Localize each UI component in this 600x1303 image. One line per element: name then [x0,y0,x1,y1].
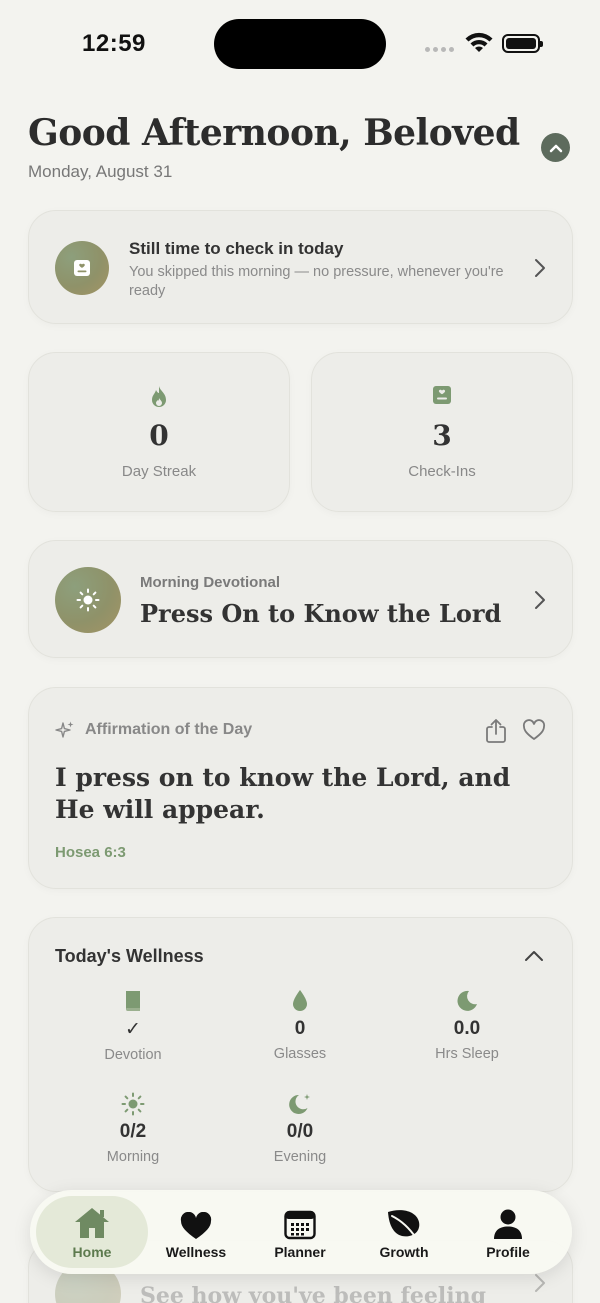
checkins-card[interactable]: 3 Check-Ins [311,352,573,512]
affirmation-text: I press on to know the Lord, and He will… [55,763,511,824]
metric-sleep[interactable]: 0.0 Hrs Sleep [392,988,542,1062]
morning-value: 0/2 [119,1121,147,1142]
share-icon[interactable] [485,718,507,744]
glasses-value: 0 [294,1018,306,1039]
devotional-title: Press On to Know the Lord [140,599,502,628]
wifi-icon [465,32,493,52]
checkins-label: Check-Ins [408,463,476,480]
calendar-icon [284,1210,316,1240]
tab-planner[interactable]: Planner [244,1196,356,1268]
sleep-label: Hrs Sleep [435,1046,499,1062]
collapse-button[interactable] [541,133,570,162]
devotional-card[interactable]: Morning Devotional Press On to Know the … [28,540,573,658]
streak-card[interactable]: 0 Day Streak [28,352,290,512]
moon-icon [457,990,477,1011]
streak-label: Day Streak [121,463,197,480]
chevron-up-icon[interactable] [524,950,544,962]
tab-home[interactable]: Home [36,1196,148,1268]
sparkles-icon [55,721,74,738]
metric-evening[interactable]: 0/0 Evening [225,1091,375,1165]
tab-planner-label: Planner [274,1244,326,1260]
chevron-right-icon [535,259,545,277]
tab-growth[interactable]: Growth [348,1196,460,1268]
status-bar: 12:59 [0,0,600,90]
tab-wellness-label: Wellness [165,1244,227,1260]
tab-home-label: Home [72,1244,112,1260]
devotional-badge [55,567,121,633]
leaf-icon [388,1210,420,1239]
metric-devotion[interactable]: ✓ Devotion [58,988,208,1063]
devotion-value: ✓ [125,1019,141,1040]
home-icon [75,1208,109,1238]
evening-value: 0/0 [286,1121,314,1142]
water-drop-icon [293,990,307,1011]
chevron-right-icon [535,1274,545,1292]
battery-icon [502,34,543,53]
signal-dots-icon [425,47,454,52]
tab-wellness[interactable]: Wellness [140,1196,252,1268]
sun-icon [121,1092,145,1116]
checkin-badge [55,241,109,295]
tab-growth-label: Growth [379,1244,429,1260]
chevron-up-icon [549,144,562,152]
affirmation-label: Affirmation of the Day [85,721,253,738]
sleep-value: 0.0 [453,1018,481,1039]
affirmation-reference: Hosea 6:3 [55,844,126,861]
morning-label: Morning [106,1149,160,1165]
evening-label: Evening [273,1149,327,1165]
heart-outline-icon[interactable] [522,719,546,741]
journal-icon [74,260,90,276]
checkin-card[interactable]: Still time to check in today You skipped… [28,210,573,324]
checkin-title: Still time to check in today [129,239,344,258]
sun-icon [76,588,100,612]
page-title: Good Afternoon, Beloved [28,112,520,154]
book-icon [126,991,140,1012]
status-time: 12:59 [82,30,146,57]
devotion-label: Devotion [104,1047,162,1063]
dynamic-island [214,19,386,69]
streak-value: 0 [149,419,169,452]
heart-icon [180,1212,212,1239]
tab-profile-label: Profile [486,1244,530,1260]
checkin-subtitle: You skipped this morning — no pressure, … [129,264,504,299]
person-icon [494,1209,522,1239]
checkins-value: 3 [432,419,452,452]
journal-icon [433,386,451,404]
devotional-label: Morning Devotional [140,574,280,591]
tab-bar: Home Wellness Planner Growth Profile [30,1190,572,1274]
wellness-card: Today's Wellness ✓ Devotion 0 Glasses 0.… [28,917,573,1192]
affirmation-card: Affirmation of the Day I press on to kno… [28,687,573,889]
metric-glasses[interactable]: 0 Glasses [225,988,375,1062]
metric-morning[interactable]: 0/2 Morning [58,1091,208,1165]
chevron-right-icon [535,591,545,609]
flame-icon [152,386,166,407]
glasses-label: Glasses [273,1046,327,1062]
wellness-title: Today's Wellness [55,946,204,966]
moon-stars-icon [289,1094,310,1114]
tab-profile[interactable]: Profile [452,1196,564,1268]
mood-trends-text: See how you've been feeling [140,1283,487,1303]
affirmation-header: Affirmation of the Day [55,720,252,740]
date-label: Monday, August 31 [28,162,173,181]
